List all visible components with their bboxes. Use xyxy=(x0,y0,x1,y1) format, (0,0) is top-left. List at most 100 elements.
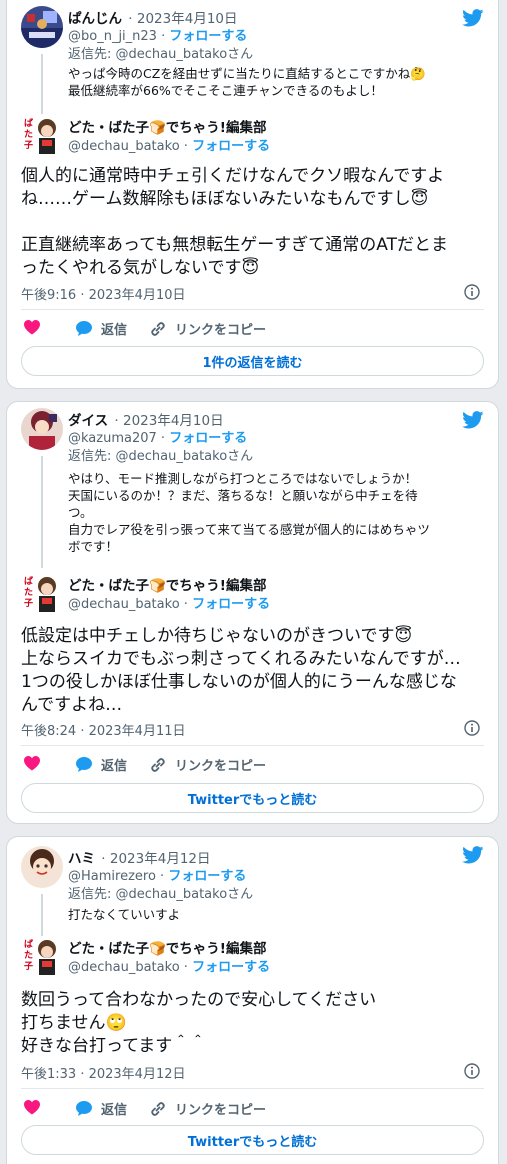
text-line: 1つの役しかほぼ仕事しないのが個人的にうーんな感じな xyxy=(21,672,457,692)
text-line: やはり、モード推測しながら打つところではないでしょうか！ xyxy=(68,471,418,486)
heart-icon xyxy=(24,756,40,771)
svg-text:ば: ば xyxy=(24,117,33,129)
svg-text:た: た xyxy=(24,587,33,598)
twitter-bird-icon[interactable] xyxy=(462,411,484,429)
thread-line xyxy=(41,54,43,114)
tweet-text: 低設定は中チェしか待ちじゃないのがきついです😇 上ならスイカでもぶっ刺さってくれ… xyxy=(21,625,493,717)
follow-button[interactable]: フォローする xyxy=(192,960,270,975)
follow-button[interactable]: フォローする xyxy=(168,869,246,884)
text-line: んですよね… xyxy=(21,695,123,715)
thread-line xyxy=(41,456,43,568)
thread-line xyxy=(41,894,43,936)
avatar[interactable] xyxy=(21,846,63,888)
copy-link-button[interactable]: リンクをコピー xyxy=(149,755,266,774)
divider xyxy=(21,1088,484,1089)
reply-label: 返信 xyxy=(101,1103,128,1118)
tweet-card: ハミ · 2023年4月12日 @Hamirezero · フォローする 返信先… xyxy=(6,836,499,1164)
avatar[interactable] xyxy=(21,6,63,48)
reply-button[interactable]: 返信 xyxy=(75,319,127,338)
svg-text:子: 子 xyxy=(24,598,33,609)
read-replies-button[interactable]: 1件の返信を読む xyxy=(21,346,484,376)
info-icon[interactable] xyxy=(464,1063,480,1079)
reply-bubble-icon xyxy=(76,757,92,772)
svg-text:ば: ば xyxy=(24,938,33,950)
like-button[interactable] xyxy=(23,1099,49,1115)
text-line xyxy=(21,211,493,234)
copy-link-label: リンクをコピー xyxy=(175,323,267,338)
author-handle[interactable]: @dechau_batako xyxy=(68,139,180,154)
svg-text:子: 子 xyxy=(24,961,33,972)
copy-link-label: リンクをコピー xyxy=(175,1103,267,1118)
svg-text:た: た xyxy=(24,950,33,961)
follow-button[interactable]: フォローする xyxy=(192,597,270,612)
tweet-text: やはり、モード推測しながら打つところではないでしょうか！ 天国にいるのか！？まだ… xyxy=(68,470,488,555)
follow-button[interactable]: フォローする xyxy=(192,139,270,154)
text-line: 最低継続率が66%でそこそこ連チャンできるのもよし！ xyxy=(68,83,383,98)
text-line: 数回うって合わなかったので安心してください xyxy=(21,990,377,1010)
reply-button[interactable]: 返信 xyxy=(75,1099,127,1118)
tweet-card: ダイス · 2023年4月10日 @kazuma207 · フォローする 返信先… xyxy=(6,401,499,824)
svg-text:子: 子 xyxy=(24,140,33,151)
text-line: やっぱ今時のCZを経由せずに当たりに直結するとこですかね🤔 xyxy=(68,66,426,81)
author-handle[interactable]: @kazuma207 xyxy=(68,431,157,446)
read-more-button[interactable]: Twitterでもっと読む xyxy=(21,1125,484,1155)
tweet-text: やっぱ今時のCZを経由せずに当たりに直結するとこですかね🤔 最低継続率が66%で… xyxy=(68,65,488,99)
tweet-text: 数回うって合わなかったので安心してください 打ちません🙄 好きな台打ってます＾＾ xyxy=(21,989,493,1058)
author-handle[interactable]: @dechau_batako xyxy=(68,960,180,975)
twitter-bird-icon[interactable] xyxy=(462,846,484,864)
author-handle[interactable]: @dechau_batako xyxy=(68,597,180,612)
avatar[interactable] xyxy=(21,408,63,450)
twitter-bird-icon[interactable] xyxy=(462,9,484,27)
author-name[interactable]: どた・ばた子🍞でちゃう!編集部 xyxy=(68,937,266,957)
follow-button[interactable]: フォローする xyxy=(169,29,247,44)
info-icon[interactable] xyxy=(464,720,480,736)
tweet-card: ぱんじん · 2023年4月10日 @bo_n_ji_n23 · フォローする … xyxy=(6,0,499,389)
heart-icon xyxy=(24,1100,40,1115)
copy-link-button[interactable]: リンクをコピー xyxy=(149,1099,266,1118)
text-line: 天国にいるのか！？まだ、落ちるな！と願いながら中チェを待 xyxy=(68,488,418,503)
divider xyxy=(21,745,484,746)
author-handle[interactable]: @bo_n_ji_n23 xyxy=(68,29,157,44)
reply-to-label: 返信先: @dechau_batakoさん xyxy=(68,47,254,62)
link-icon xyxy=(151,757,165,772)
brand-logo[interactable]: ばた子 xyxy=(21,574,63,616)
author-handle[interactable]: @Hamirezero xyxy=(68,869,156,884)
info-icon[interactable] xyxy=(464,284,480,300)
read-more-button[interactable]: Twitterでもっと読む xyxy=(21,783,484,813)
text-line: つ。 xyxy=(68,505,93,520)
copy-link-label: リンクをコピー xyxy=(175,759,267,774)
link-icon xyxy=(151,321,165,336)
like-button[interactable] xyxy=(23,755,49,771)
text-line: 好きな台打ってます＾＾ xyxy=(21,1036,207,1056)
like-button[interactable] xyxy=(23,319,49,335)
brand-logo[interactable]: ばた子 xyxy=(21,937,63,979)
text-line: 自力でレア役を引っ張って来て当てる感覚が個人的にはめちゃツ xyxy=(68,522,430,537)
reply-label: 返信 xyxy=(101,759,128,774)
reply-bubble-icon xyxy=(76,321,92,336)
tweet-timestamp[interactable]: 午後8:24 · 2023年4月11日 xyxy=(21,720,186,739)
tweet-timestamp[interactable]: 午後9:16 · 2023年4月10日 xyxy=(21,284,186,303)
text-line: 個人的に通常時中チェ引くだけなんでクソ暇なんですよ xyxy=(21,166,445,186)
copy-link-button[interactable]: リンクをコピー xyxy=(149,319,266,338)
tweet-timestamp[interactable]: 午後1:33 · 2023年4月12日 xyxy=(21,1063,186,1082)
text-line: ボです！ xyxy=(68,539,119,554)
heart-icon xyxy=(24,320,40,335)
text-line: 打ちません🙄 xyxy=(21,1013,127,1033)
reply-button[interactable]: 返信 xyxy=(75,755,127,774)
reply-to-label: 返信先: @dechau_batakoさん xyxy=(68,887,254,902)
author-name[interactable]: どた・ばた子🍞でちゃう!編集部 xyxy=(68,574,266,594)
text-line: 上ならスイカでもぶっ刺さってくれるみたいなんですが… xyxy=(21,649,461,669)
tweet-text: 個人的に通常時中チェ引くだけなんでクソ暇なんですよ ね……ゲーム数解除もほぼない… xyxy=(21,165,493,280)
author-name[interactable]: どた・ばた子🍞でちゃう!編集部 xyxy=(68,116,266,136)
text-line: ね……ゲーム数解除もほぼないみたいなもんですし😇 xyxy=(21,189,429,209)
tweet-text: 打たなくていいすよ xyxy=(68,906,488,923)
svg-text:た: た xyxy=(24,129,33,140)
reply-to-label: 返信先: @dechau_batakoさん xyxy=(68,449,254,464)
brand-logo[interactable]: ばた子 xyxy=(21,116,63,158)
reply-label: 返信 xyxy=(101,323,128,338)
follow-button[interactable]: フォローする xyxy=(169,431,247,446)
text-line: 正直継続率あっても無想転生ゲーすぎて通常のATだとま xyxy=(21,235,448,255)
link-icon xyxy=(151,1101,165,1116)
text-line: 打たなくていいすよ xyxy=(68,907,181,922)
text-line: ったくやれる気がしないです😇 xyxy=(21,258,260,278)
